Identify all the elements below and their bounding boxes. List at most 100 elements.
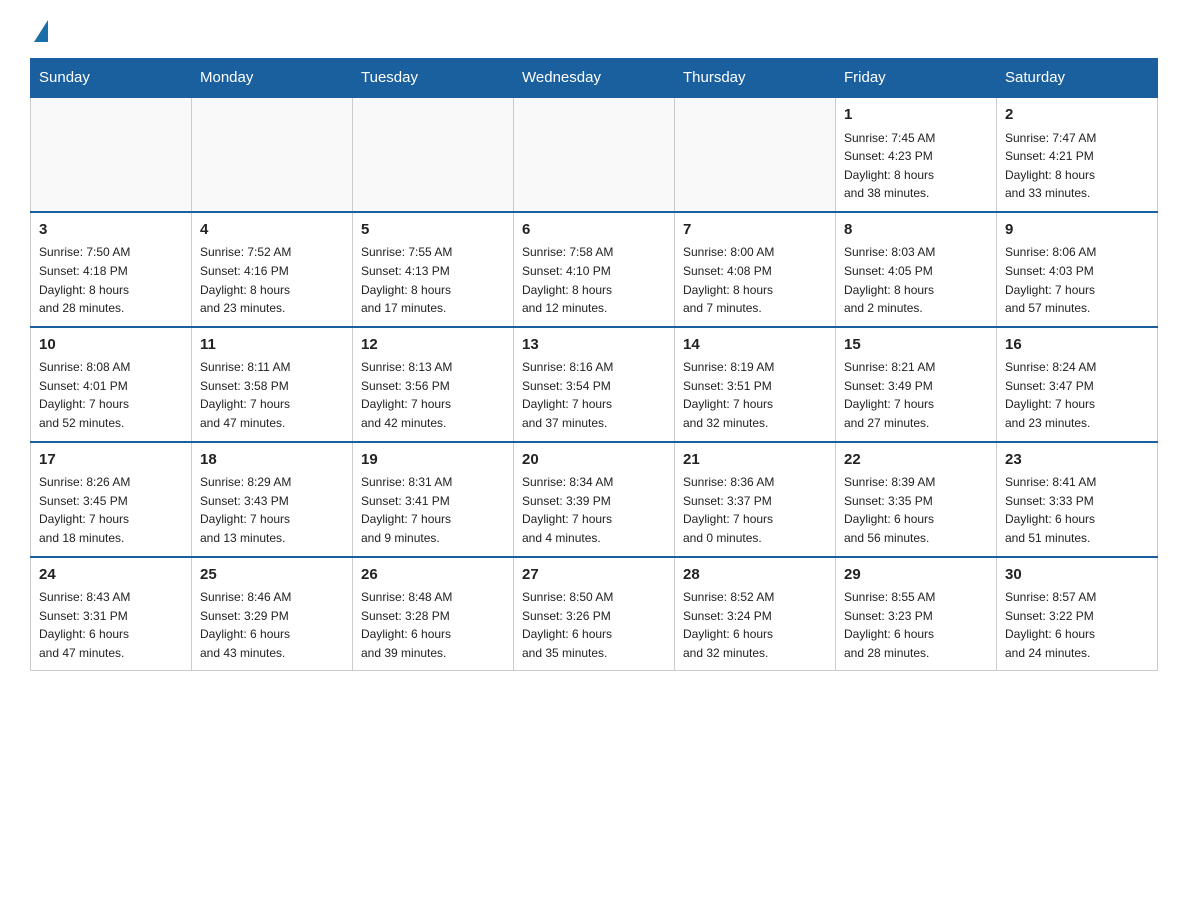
weekday-header-sunday: Sunday: [31, 59, 192, 98]
day-info: Sunrise: 7:47 AMSunset: 4:21 PMDaylight:…: [1005, 129, 1149, 203]
day-number: 20: [522, 449, 666, 472]
day-info: Sunrise: 8:21 AMSunset: 3:49 PMDaylight:…: [844, 358, 988, 432]
weekday-header-tuesday: Tuesday: [353, 59, 514, 98]
day-info: Sunrise: 8:46 AMSunset: 3:29 PMDaylight:…: [200, 588, 344, 662]
week-row-4: 17Sunrise: 8:26 AMSunset: 3:45 PMDayligh…: [31, 442, 1158, 557]
day-info: Sunrise: 8:03 AMSunset: 4:05 PMDaylight:…: [844, 243, 988, 317]
day-number: 27: [522, 564, 666, 587]
day-info: Sunrise: 8:55 AMSunset: 3:23 PMDaylight:…: [844, 588, 988, 662]
calendar-cell: 24Sunrise: 8:43 AMSunset: 3:31 PMDayligh…: [31, 557, 192, 671]
day-info: Sunrise: 8:41 AMSunset: 3:33 PMDaylight:…: [1005, 473, 1149, 547]
day-info: Sunrise: 7:45 AMSunset: 4:23 PMDaylight:…: [844, 129, 988, 203]
calendar-cell: 2Sunrise: 7:47 AMSunset: 4:21 PMDaylight…: [997, 97, 1158, 212]
day-number: 24: [39, 564, 183, 587]
day-info: Sunrise: 8:36 AMSunset: 3:37 PMDaylight:…: [683, 473, 827, 547]
day-number: 9: [1005, 219, 1149, 242]
calendar-cell: 16Sunrise: 8:24 AMSunset: 3:47 PMDayligh…: [997, 327, 1158, 442]
day-number: 22: [844, 449, 988, 472]
calendar-cell: 23Sunrise: 8:41 AMSunset: 3:33 PMDayligh…: [997, 442, 1158, 557]
calendar-cell: 28Sunrise: 8:52 AMSunset: 3:24 PMDayligh…: [675, 557, 836, 671]
day-info: Sunrise: 8:52 AMSunset: 3:24 PMDaylight:…: [683, 588, 827, 662]
calendar-cell: 25Sunrise: 8:46 AMSunset: 3:29 PMDayligh…: [192, 557, 353, 671]
day-number: 17: [39, 449, 183, 472]
day-number: 7: [683, 219, 827, 242]
calendar-cell: 1Sunrise: 7:45 AMSunset: 4:23 PMDaylight…: [836, 97, 997, 212]
day-info: Sunrise: 8:26 AMSunset: 3:45 PMDaylight:…: [39, 473, 183, 547]
day-info: Sunrise: 8:13 AMSunset: 3:56 PMDaylight:…: [361, 358, 505, 432]
day-info: Sunrise: 8:29 AMSunset: 3:43 PMDaylight:…: [200, 473, 344, 547]
day-number: 18: [200, 449, 344, 472]
day-number: 2: [1005, 104, 1149, 127]
weekday-header-thursday: Thursday: [675, 59, 836, 98]
day-info: Sunrise: 8:50 AMSunset: 3:26 PMDaylight:…: [522, 588, 666, 662]
calendar-cell: 13Sunrise: 8:16 AMSunset: 3:54 PMDayligh…: [514, 327, 675, 442]
day-number: 26: [361, 564, 505, 587]
logo: [30, 20, 48, 42]
weekday-header-wednesday: Wednesday: [514, 59, 675, 98]
logo-triangle-icon: [34, 20, 48, 42]
calendar-cell: 14Sunrise: 8:19 AMSunset: 3:51 PMDayligh…: [675, 327, 836, 442]
day-number: 19: [361, 449, 505, 472]
day-number: 23: [1005, 449, 1149, 472]
calendar-cell: 7Sunrise: 8:00 AMSunset: 4:08 PMDaylight…: [675, 212, 836, 327]
day-info: Sunrise: 7:55 AMSunset: 4:13 PMDaylight:…: [361, 243, 505, 317]
day-number: 14: [683, 334, 827, 357]
calendar-cell: 18Sunrise: 8:29 AMSunset: 3:43 PMDayligh…: [192, 442, 353, 557]
day-number: 4: [200, 219, 344, 242]
calendar-cell: 17Sunrise: 8:26 AMSunset: 3:45 PMDayligh…: [31, 442, 192, 557]
week-row-3: 10Sunrise: 8:08 AMSunset: 4:01 PMDayligh…: [31, 327, 1158, 442]
calendar-cell: 22Sunrise: 8:39 AMSunset: 3:35 PMDayligh…: [836, 442, 997, 557]
weekday-header-friday: Friday: [836, 59, 997, 98]
day-info: Sunrise: 7:58 AMSunset: 4:10 PMDaylight:…: [522, 243, 666, 317]
calendar-cell: 10Sunrise: 8:08 AMSunset: 4:01 PMDayligh…: [31, 327, 192, 442]
day-number: 12: [361, 334, 505, 357]
day-info: Sunrise: 8:00 AMSunset: 4:08 PMDaylight:…: [683, 243, 827, 317]
day-number: 29: [844, 564, 988, 587]
day-info: Sunrise: 8:48 AMSunset: 3:28 PMDaylight:…: [361, 588, 505, 662]
calendar-cell: 5Sunrise: 7:55 AMSunset: 4:13 PMDaylight…: [353, 212, 514, 327]
calendar-cell: [31, 97, 192, 212]
day-number: 21: [683, 449, 827, 472]
day-info: Sunrise: 8:34 AMSunset: 3:39 PMDaylight:…: [522, 473, 666, 547]
day-info: Sunrise: 8:43 AMSunset: 3:31 PMDaylight:…: [39, 588, 183, 662]
calendar-cell: [514, 97, 675, 212]
calendar-cell: 9Sunrise: 8:06 AMSunset: 4:03 PMDaylight…: [997, 212, 1158, 327]
day-number: 3: [39, 219, 183, 242]
day-number: 6: [522, 219, 666, 242]
calendar-cell: 21Sunrise: 8:36 AMSunset: 3:37 PMDayligh…: [675, 442, 836, 557]
calendar-cell: 26Sunrise: 8:48 AMSunset: 3:28 PMDayligh…: [353, 557, 514, 671]
calendar-cell: [675, 97, 836, 212]
day-number: 1: [844, 104, 988, 127]
weekday-header-row: SundayMondayTuesdayWednesdayThursdayFrid…: [31, 59, 1158, 98]
day-number: 16: [1005, 334, 1149, 357]
day-number: 10: [39, 334, 183, 357]
day-number: 28: [683, 564, 827, 587]
day-number: 30: [1005, 564, 1149, 587]
day-info: Sunrise: 8:19 AMSunset: 3:51 PMDaylight:…: [683, 358, 827, 432]
calendar-cell: 11Sunrise: 8:11 AMSunset: 3:58 PMDayligh…: [192, 327, 353, 442]
weekday-header-saturday: Saturday: [997, 59, 1158, 98]
week-row-5: 24Sunrise: 8:43 AMSunset: 3:31 PMDayligh…: [31, 557, 1158, 671]
calendar-cell: 4Sunrise: 7:52 AMSunset: 4:16 PMDaylight…: [192, 212, 353, 327]
day-info: Sunrise: 8:08 AMSunset: 4:01 PMDaylight:…: [39, 358, 183, 432]
day-info: Sunrise: 8:31 AMSunset: 3:41 PMDaylight:…: [361, 473, 505, 547]
calendar-cell: 8Sunrise: 8:03 AMSunset: 4:05 PMDaylight…: [836, 212, 997, 327]
page-header: [30, 20, 1158, 42]
day-number: 8: [844, 219, 988, 242]
calendar-cell: [192, 97, 353, 212]
calendar-cell: [353, 97, 514, 212]
day-info: Sunrise: 8:57 AMSunset: 3:22 PMDaylight:…: [1005, 588, 1149, 662]
day-number: 13: [522, 334, 666, 357]
day-info: Sunrise: 8:39 AMSunset: 3:35 PMDaylight:…: [844, 473, 988, 547]
calendar-cell: 6Sunrise: 7:58 AMSunset: 4:10 PMDaylight…: [514, 212, 675, 327]
calendar-cell: 3Sunrise: 7:50 AMSunset: 4:18 PMDaylight…: [31, 212, 192, 327]
day-info: Sunrise: 8:16 AMSunset: 3:54 PMDaylight:…: [522, 358, 666, 432]
calendar-cell: 19Sunrise: 8:31 AMSunset: 3:41 PMDayligh…: [353, 442, 514, 557]
weekday-header-monday: Monday: [192, 59, 353, 98]
calendar-cell: 29Sunrise: 8:55 AMSunset: 3:23 PMDayligh…: [836, 557, 997, 671]
day-number: 15: [844, 334, 988, 357]
day-number: 5: [361, 219, 505, 242]
calendar-cell: 30Sunrise: 8:57 AMSunset: 3:22 PMDayligh…: [997, 557, 1158, 671]
day-info: Sunrise: 8:24 AMSunset: 3:47 PMDaylight:…: [1005, 358, 1149, 432]
calendar-cell: 15Sunrise: 8:21 AMSunset: 3:49 PMDayligh…: [836, 327, 997, 442]
